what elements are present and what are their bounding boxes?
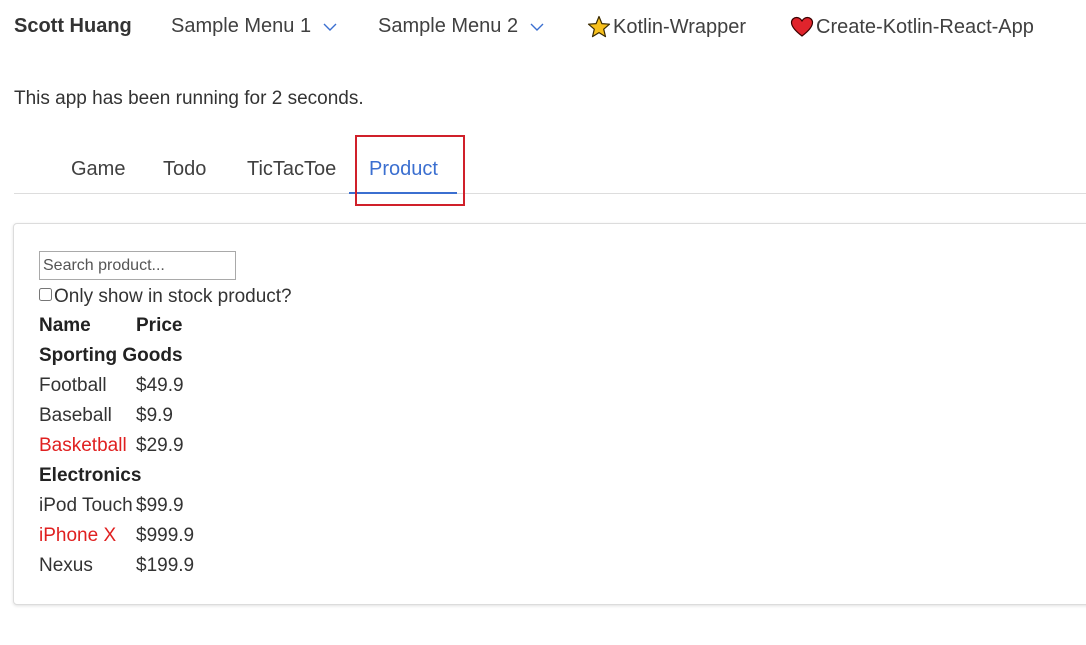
product-price: $9.9 <box>136 405 173 426</box>
product-row: iPod Touch $99.9 <box>39 491 194 521</box>
product-price: $999.9 <box>136 525 195 546</box>
nav-link-kotlin-wrapper[interactable]: Kotlin-Wrapper <box>587 15 746 39</box>
top-navbar: Scott Huang Sample Menu 1 Sample Menu 2 … <box>0 0 1086 56</box>
chevron-down-icon <box>530 20 544 34</box>
star-icon <box>587 15 611 39</box>
heart-icon <box>790 15 814 39</box>
product-table: Name Price Sporting Goods Football $49.9… <box>39 311 194 581</box>
tab-bar: Game Todo TicTacToe Product <box>14 136 1086 194</box>
category-name: Sporting Goods <box>39 345 183 366</box>
product-price: $49.9 <box>136 375 184 396</box>
brand-title[interactable]: Scott Huang <box>14 15 132 38</box>
column-header-price: Price <box>136 315 183 336</box>
product-row: Football $49.9 <box>39 371 194 401</box>
product-price: $99.9 <box>136 495 184 516</box>
product-name: Nexus <box>39 555 93 576</box>
nav-dropdown-sample-menu-1[interactable]: Sample Menu 1 <box>171 15 337 38</box>
product-name: iPod Touch <box>39 495 133 516</box>
search-product-input[interactable] <box>39 251 236 280</box>
product-price: $199.9 <box>136 555 195 576</box>
chevron-down-icon <box>323 20 337 34</box>
tab-game[interactable]: Game <box>71 158 125 181</box>
nav-link-create-kotlin-react-app[interactable]: Create-Kotlin-React-App <box>790 15 1034 39</box>
nav-link-label: Create-Kotlin-React-App <box>816 15 1034 38</box>
product-row: iPhone X $999.9 <box>39 521 194 551</box>
product-price: $29.9 <box>136 435 184 456</box>
tab-tictactoe[interactable]: TicTacToe <box>247 158 336 181</box>
nav-dropdown-sample-menu-2[interactable]: Sample Menu 2 <box>378 15 544 38</box>
nav-dropdown-label: Sample Menu 2 <box>378 15 519 37</box>
product-name: Football <box>39 375 107 396</box>
category-row: Sporting Goods <box>39 341 194 371</box>
in-stock-label: Only show in stock product? <box>54 286 292 307</box>
column-header-name: Name <box>39 315 91 336</box>
tab-product[interactable]: Product <box>369 158 438 181</box>
tab-todo[interactable]: Todo <box>163 158 206 181</box>
active-tab-indicator <box>349 192 457 194</box>
category-name: Electronics <box>39 465 142 486</box>
product-name-out-of-stock: iPhone X <box>39 525 117 546</box>
nav-link-label: Kotlin-Wrapper <box>613 15 747 38</box>
product-panel: Only show in stock product? Name Price S… <box>13 223 1086 605</box>
product-row: Basketball $29.9 <box>39 431 194 461</box>
nav-dropdown-label: Sample Menu 1 <box>171 15 312 37</box>
in-stock-filter[interactable]: Only show in stock product? <box>39 286 292 308</box>
product-name-out-of-stock: Basketball <box>39 435 127 456</box>
running-time-text: This app has been running for 2 seconds. <box>14 88 364 109</box>
in-stock-checkbox[interactable] <box>39 287 52 301</box>
table-header-row: Name Price <box>39 311 194 341</box>
product-name: Baseball <box>39 405 112 426</box>
product-row: Baseball $9.9 <box>39 401 194 431</box>
product-row: Nexus $199.9 <box>39 551 194 581</box>
category-row: Electronics <box>39 461 194 491</box>
